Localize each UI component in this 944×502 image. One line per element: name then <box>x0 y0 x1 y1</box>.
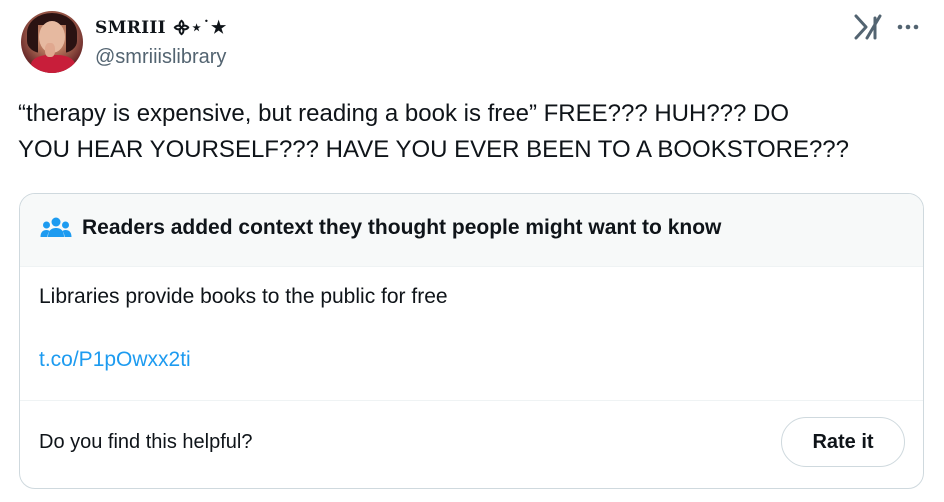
community-note-header[interactable]: Readers added context they thought peopl… <box>20 194 923 267</box>
rate-it-button[interactable]: Rate it <box>781 417 905 467</box>
display-name[interactable]: SMRIII ᯽⋆˙★ <box>95 15 227 38</box>
community-note-link[interactable]: t.co/P1pOwxx2ti <box>39 348 191 372</box>
grok-icon[interactable] <box>853 14 883 40</box>
user-handle[interactable]: @smriiislibrary <box>95 46 226 69</box>
tweet-text: “therapy is expensive, but reading a boo… <box>18 100 849 163</box>
helpful-prompt: Do you find this helpful? <box>39 431 253 453</box>
community-note-title: Readers added context they thought peopl… <box>82 216 722 239</box>
avatar-hand <box>45 43 55 57</box>
community-note: Readers added context they thought peopl… <box>19 193 924 489</box>
more-icon[interactable] <box>895 14 921 40</box>
community-note-footer: Do you find this helpful? Rate it <box>20 400 923 488</box>
avatar-shirt <box>31 55 75 73</box>
avatar[interactable] <box>21 11 83 73</box>
community-note-body: Libraries provide books to the public fo… <box>39 285 448 308</box>
people-icon <box>40 217 72 237</box>
tweet: SMRIII ᯽⋆˙★ @smriiislibrary “therapy is … <box>0 0 944 502</box>
